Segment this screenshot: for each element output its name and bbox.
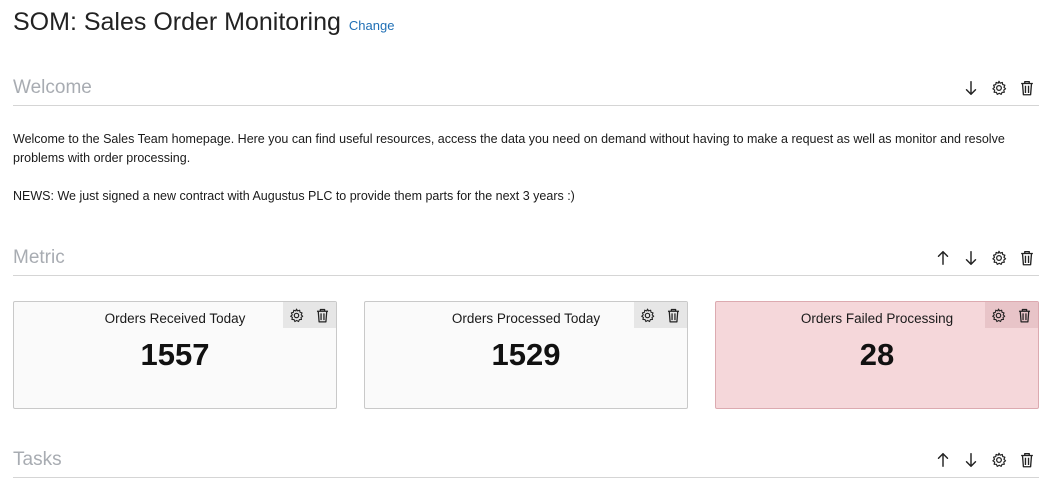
- tasks-section-title: Tasks: [13, 448, 62, 470]
- metric-section-title: Metric: [13, 246, 65, 268]
- arrow-up-icon[interactable]: [933, 248, 953, 268]
- metric-card-orders-received: Orders Received Today 1557: [13, 301, 337, 409]
- gear-icon[interactable]: [989, 248, 1009, 268]
- arrow-up-icon[interactable]: [933, 450, 953, 470]
- metric-section-tools: [933, 248, 1039, 268]
- metric-value: 28: [859, 337, 895, 372]
- metric-value: 1557: [140, 337, 210, 372]
- page-title: SOM: Sales Order Monitoring: [13, 8, 341, 36]
- tasks-section-header: Tasks: [13, 442, 1039, 478]
- tasks-section-tools: [933, 450, 1039, 470]
- metric-card-orders-processed: Orders Processed Today 1529: [364, 301, 688, 409]
- page-header: SOM: Sales Order Monitoring Change: [13, 8, 394, 37]
- welcome-content: Welcome to the Sales Team homepage. Here…: [13, 130, 1039, 225]
- metric-value: 1529: [491, 337, 561, 372]
- trash-icon[interactable]: [1017, 78, 1037, 98]
- welcome-section-header: Welcome: [13, 70, 1039, 106]
- trash-icon[interactable]: [1017, 248, 1037, 268]
- news-paragraph: NEWS: We just signed a new contract with…: [13, 189, 575, 203]
- metric-label: Orders Received Today: [104, 311, 246, 326]
- gear-icon[interactable]: [989, 450, 1009, 470]
- change-link[interactable]: Change: [349, 18, 395, 33]
- gear-icon[interactable]: [989, 78, 1009, 98]
- welcome-section-tools: [961, 78, 1039, 98]
- metric-label: Orders Processed Today: [451, 311, 601, 326]
- trash-icon[interactable]: [1017, 450, 1037, 470]
- metric-section-header: Metric: [13, 240, 1039, 276]
- arrow-down-icon[interactable]: [961, 450, 981, 470]
- welcome-section-title: Welcome: [13, 76, 92, 98]
- metric-card-orders-failed: Orders Failed Processing 28: [715, 301, 1039, 409]
- arrow-down-icon[interactable]: [961, 78, 981, 98]
- arrow-down-icon[interactable]: [961, 248, 981, 268]
- welcome-paragraph: Welcome to the Sales Team homepage. Here…: [13, 132, 1005, 165]
- metric-label: Orders Failed Processing: [800, 311, 954, 326]
